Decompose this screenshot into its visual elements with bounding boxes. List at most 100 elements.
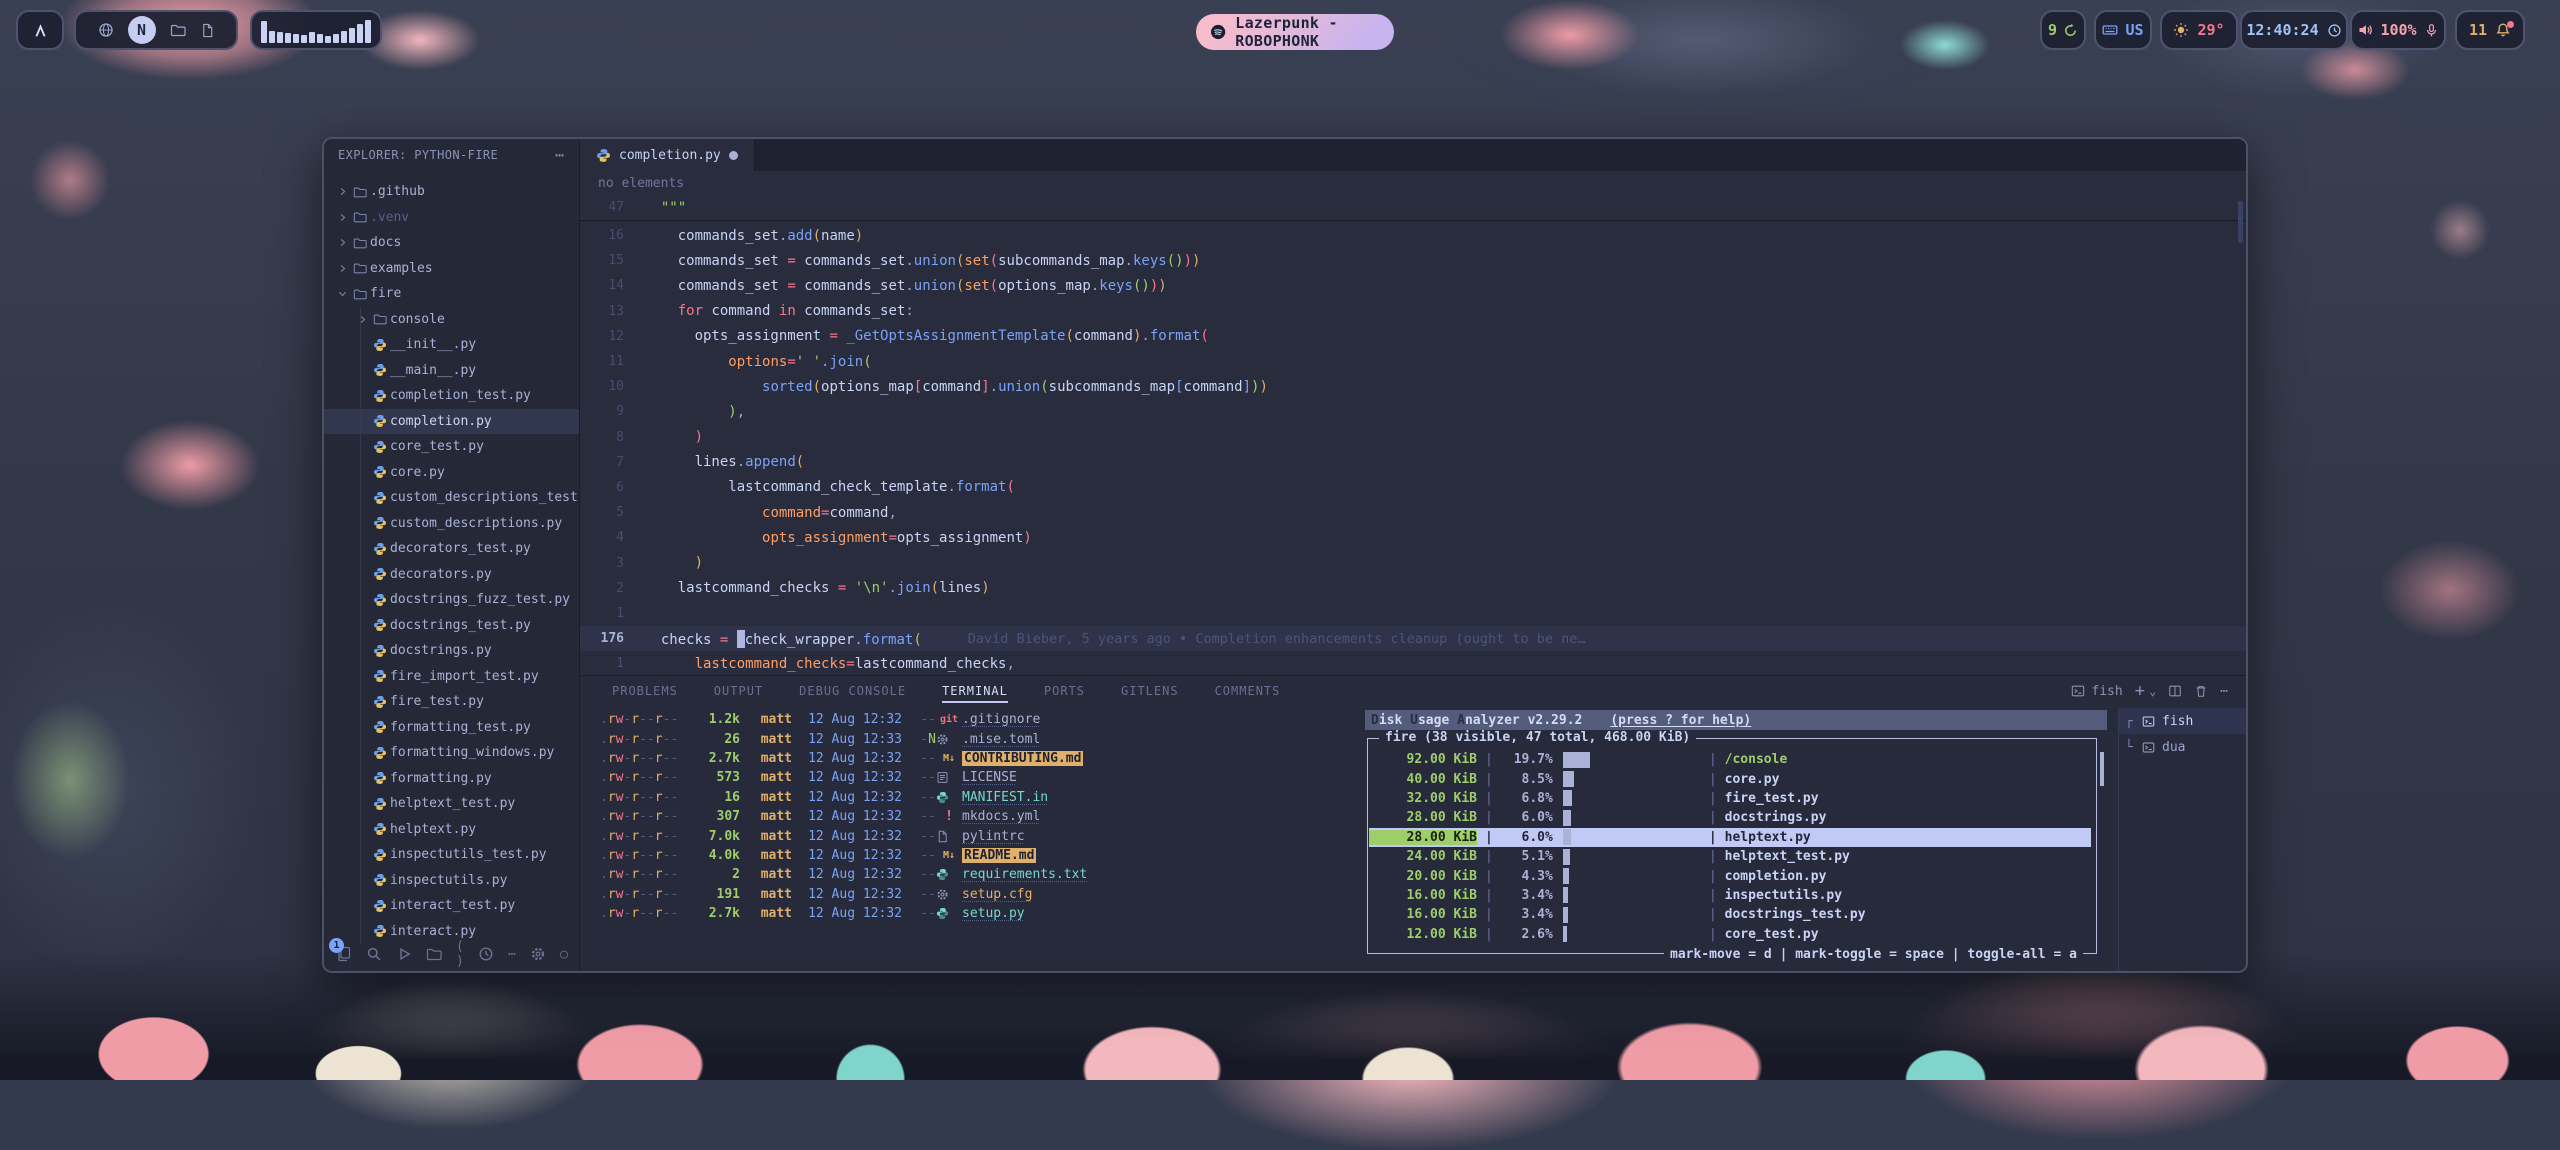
tree-item-custom-descriptions-py[interactable]: custom_descriptions.py xyxy=(324,511,579,537)
tree-item-core-py[interactable]: core.py xyxy=(324,460,579,486)
tree-item-custom-descriptions-test-[interactable]: custom_descriptions_test.… xyxy=(324,485,579,511)
file-link[interactable]: setup.py xyxy=(962,906,1025,921)
media-widget[interactable]: Lazerpunk - ROBOPHONK xyxy=(1196,14,1394,50)
tree-item--venv[interactable]: .venv xyxy=(324,205,579,231)
tree-item-helptext-test-py[interactable]: helptext_test.py xyxy=(324,791,579,817)
breadcrumb[interactable]: no elements xyxy=(580,171,2246,195)
tree-item-decorators-test-py[interactable]: decorators_test.py xyxy=(324,536,579,562)
split-terminal-icon[interactable] xyxy=(2168,684,2182,698)
file-link[interactable]: .mise.toml xyxy=(962,732,1040,747)
file-link[interactable]: .gitignore xyxy=(962,712,1040,727)
dua-row-helptext-py[interactable]: 28.00 KiB|6.0%|helptext.py xyxy=(1369,828,2091,847)
panel-tab-debug-console[interactable]: DEBUG CONSOLE xyxy=(799,684,906,698)
tab-completion-py[interactable]: completion.py xyxy=(580,139,755,171)
tree-item-docstrings-test-py[interactable]: docstrings_test.py xyxy=(324,613,579,639)
updates-widget[interactable]: 9 xyxy=(2040,10,2086,50)
tree-item-completion-test-py[interactable]: completion_test.py xyxy=(324,383,579,409)
dua-row-core-test-py[interactable]: 12.00 KiB|2.6%|core_test.py xyxy=(1369,925,2091,944)
modified-dot-icon[interactable] xyxy=(729,151,738,160)
explorer-more-icon[interactable]: ⋯ xyxy=(555,146,565,164)
search-icon[interactable] xyxy=(366,945,382,963)
code-line[interactable]: 7 lines.append( xyxy=(580,450,2246,475)
debug-icon[interactable] xyxy=(396,945,412,963)
keyboard-layout-widget[interactable]: US xyxy=(2094,10,2152,50)
dua-row-docstrings-test-py[interactable]: 16.00 KiB|3.4%|docstrings_test.py xyxy=(1369,905,2091,924)
file-link[interactable]: MANIFEST.in xyxy=(962,790,1048,805)
notifications-widget[interactable]: 11 xyxy=(2455,10,2525,50)
more-icon[interactable]: ⋯ xyxy=(508,945,516,963)
dua-row-docstrings-py[interactable]: 28.00 KiB|6.0%|docstrings.py xyxy=(1369,808,2091,827)
sticky-scroll-line[interactable]: 47 """ xyxy=(580,195,2246,221)
session-dua[interactable]: └dua xyxy=(2119,734,2246,760)
file-link[interactable]: requirements.txt xyxy=(962,867,1087,882)
tree-item--init-py[interactable]: __init__.py xyxy=(324,332,579,358)
tree-item-core-test-py[interactable]: core_test.py xyxy=(324,434,579,460)
code-line[interactable]: 10 sorted(options_map[command].union(sub… xyxy=(580,374,2246,399)
session-fish[interactable]: ┌fish xyxy=(2119,708,2246,734)
system-meter-widget[interactable] xyxy=(250,10,382,50)
terminal-output[interactable]: .rw-r--r--1.2kmatt12 Aug 12:32--git.giti… xyxy=(600,710,1360,971)
file-link[interactable]: mkdocs.yml xyxy=(962,809,1040,824)
tree-item-docstrings-fuzz-test-py[interactable]: docstrings_fuzz_test.py xyxy=(324,587,579,613)
record-icon[interactable]: ○ xyxy=(560,945,568,963)
editor-scrollbar[interactable] xyxy=(2238,201,2243,243)
code-line[interactable]: 14 commands_set = commands_set.union(set… xyxy=(580,273,2246,298)
dua-row-core-py[interactable]: 40.00 KiB|8.5%|core.py xyxy=(1369,769,2091,788)
tree-item-decorators-py[interactable]: decorators.py xyxy=(324,562,579,588)
tree-item-formatting-py[interactable]: formatting.py xyxy=(324,766,579,792)
tree-item-fire-import-test-py[interactable]: fire_import_test.py xyxy=(324,664,579,690)
code-line[interactable]: 1 xyxy=(580,601,2246,626)
file-link[interactable]: CONTRIBUTING.md xyxy=(962,751,1083,766)
code-line[interactable]: 15 commands_set = commands_set.union(set… xyxy=(580,248,2246,273)
dua-row-fire-test-py[interactable]: 32.00 KiB|6.8%|fire_test.py xyxy=(1369,789,2091,808)
tree-item-fire[interactable]: fire xyxy=(324,281,579,307)
code-editor[interactable]: 16 commands_set.add(name)15 commands_set… xyxy=(580,223,2246,675)
file-link[interactable]: pylintrc xyxy=(962,829,1025,844)
code-line[interactable]: 1 lastcommand_checks=lastcommand_checks, xyxy=(580,651,2246,675)
shell-selector[interactable]: fish xyxy=(2071,684,2122,699)
code-line[interactable]: 9 ), xyxy=(580,399,2246,424)
audio-widget[interactable]: 100% xyxy=(2350,10,2446,50)
disk-usage-analyzer[interactable]: Disk Usage Analyzer v2.29.2(press ? for … xyxy=(1365,710,2107,971)
launcher-button[interactable] xyxy=(16,10,64,50)
tree-item-interact-test-py[interactable]: interact_test.py xyxy=(324,893,579,919)
code-line[interactable]: 12 opts_assignment = _GetOptsAssignmentT… xyxy=(580,324,2246,349)
file-link[interactable]: setup.cfg xyxy=(962,887,1032,902)
tree-item--github[interactable]: .github xyxy=(324,179,579,205)
code-line[interactable]: 16 commands_set.add(name) xyxy=(580,223,2246,248)
tree-item-examples[interactable]: examples xyxy=(324,256,579,282)
panel-tab-problems[interactable]: PROBLEMS xyxy=(612,684,678,698)
dua-row--console[interactable]: 92.00 KiB|19.7%|/console xyxy=(1369,750,2091,769)
tree-item-completion-py[interactable]: completion.py xyxy=(324,409,579,435)
code-line[interactable]: 13 for command in commands_set: xyxy=(580,299,2246,324)
dua-row-helptext-test-py[interactable]: 24.00 KiB|5.1%|helptext_test.py xyxy=(1369,847,2091,866)
file-link[interactable]: LICENSE xyxy=(962,770,1017,785)
panel-more-icon[interactable]: ⋯ xyxy=(2220,684,2228,699)
history-icon[interactable] xyxy=(478,945,494,963)
code-line[interactable]: 5 command=command, xyxy=(580,500,2246,525)
workspaces-widget[interactable]: N xyxy=(74,10,238,50)
code-line[interactable]: 3 ) xyxy=(580,550,2246,575)
code-line[interactable]: 2 lastcommand_checks = '\n'.join(lines) xyxy=(580,576,2246,601)
terminal-dropdown-icon[interactable]: ⌄ xyxy=(2149,684,2156,698)
file-link[interactable]: README.md xyxy=(962,848,1036,863)
code-line[interactable]: 8 ) xyxy=(580,425,2246,450)
folder-icon[interactable] xyxy=(426,945,442,963)
panel-tab-terminal[interactable]: TERMINAL xyxy=(942,684,1008,703)
explorer-icon[interactable]: 1 xyxy=(336,945,352,963)
brackets-icon[interactable]: ( ) xyxy=(456,945,464,963)
dua-row-completion-py[interactable]: 20.00 KiB|4.3%|completion.py xyxy=(1369,866,2091,885)
new-terminal-button[interactable]: + xyxy=(2135,681,2145,701)
kill-terminal-icon[interactable] xyxy=(2194,684,2208,698)
dua-scrollbar[interactable] xyxy=(2100,752,2104,786)
settings-icon[interactable] xyxy=(530,945,546,963)
tree-item--main-py[interactable]: __main__.py xyxy=(324,358,579,384)
panel-tab-comments[interactable]: COMMENTS xyxy=(1215,684,1281,698)
code-line[interactable]: 4 opts_assignment=opts_assignment) xyxy=(580,525,2246,550)
panel-tab-ports[interactable]: PORTS xyxy=(1044,684,1085,698)
tree-item-formatting-windows-py[interactable]: formatting_windows.py xyxy=(324,740,579,766)
tree-item-helptext-py[interactable]: helptext.py xyxy=(324,817,579,843)
code-line[interactable]: 6 lastcommand_check_template.format( xyxy=(580,475,2246,500)
tree-item-fire-test-py[interactable]: fire_test.py xyxy=(324,689,579,715)
panel-tab-gitlens[interactable]: GITLENS xyxy=(1121,684,1179,698)
